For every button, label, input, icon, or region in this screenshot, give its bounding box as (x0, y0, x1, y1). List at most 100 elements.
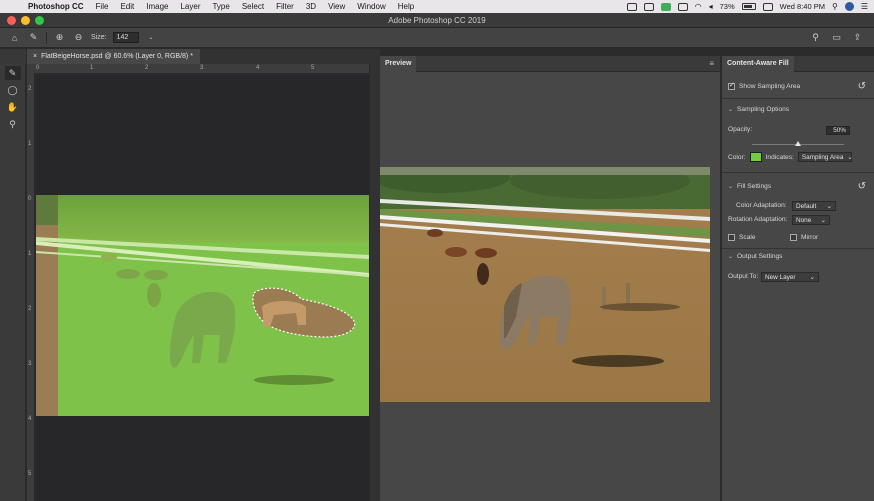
search-icon[interactable]: ⚲ (809, 31, 822, 44)
ruler-left-label: 5 (28, 471, 32, 477)
indicates-value: Sampling Area (801, 153, 844, 161)
cloud-icon[interactable] (677, 2, 688, 11)
indicates-label: Indicates: (765, 153, 794, 161)
ruler-top-label: 4 (256, 65, 260, 71)
menu-layer[interactable]: Layer (174, 2, 206, 11)
workspace-icon[interactable]: ▭ (830, 31, 843, 44)
menu-window[interactable]: Window (351, 2, 391, 11)
shield-icon[interactable] (643, 2, 654, 11)
preview-image[interactable] (380, 167, 710, 402)
color-adaptation-dropdown[interactable]: Default ⌄ (792, 201, 836, 211)
battery-icon[interactable] (741, 3, 756, 10)
sampling-options-header[interactable]: ⌄ Sampling Options (728, 106, 789, 113)
mirror-checkbox[interactable] (790, 234, 797, 241)
evernote-icon[interactable] (660, 2, 671, 11)
output-to-label: Output To: (728, 273, 759, 280)
share-icon[interactable]: ⇪ (851, 31, 864, 44)
section-divider (722, 248, 874, 249)
spotlight-icon[interactable]: ⚲ (832, 2, 838, 11)
chevron-down-icon[interactable]: ⌄ (728, 106, 733, 113)
subtract-from-sampling-icon[interactable]: ⊖ (72, 31, 85, 44)
fill-settings-header[interactable]: ⌄ Fill Settings (728, 183, 771, 190)
content-aware-fill-panel: Content-Aware Fill Show Sampling Area ↺ … (721, 56, 874, 501)
rotation-adaptation-dropdown[interactable]: None ⌄ (792, 215, 830, 225)
overlay-color-swatch[interactable] (749, 152, 762, 162)
menu-type[interactable]: Type (206, 2, 235, 11)
notification-center-icon[interactable]: ☰ (861, 2, 868, 11)
close-tab-icon[interactable]: × (33, 53, 37, 60)
chevron-down-icon[interactable]: ⌄ (728, 253, 733, 260)
opacity-slider-thumb[interactable] (795, 141, 801, 146)
battery-percent: 73% (719, 2, 735, 11)
size-label: Size: (91, 34, 107, 41)
output-settings-header[interactable]: ⌄ Output Settings (728, 253, 782, 260)
menu-select[interactable]: Select (236, 2, 270, 11)
toolbar-header[interactable] (0, 49, 26, 63)
mirror-label: Mirror (801, 234, 819, 241)
document-tab[interactable]: × FlatBeigeHorse.psd @ 60.6% (Layer 0, R… (27, 49, 200, 64)
chevron-down-icon: ⌄ (826, 203, 832, 210)
tools-panel: ✎ ◯ ✋ ⚲ (0, 63, 26, 501)
size-input[interactable]: 142 (112, 32, 139, 43)
lasso-icon[interactable]: ◯ (5, 83, 21, 97)
sampling-options-label: Sampling Options (737, 106, 790, 113)
zoom-icon[interactable]: ⚲ (5, 117, 21, 131)
ruler-vertical[interactable]: 2 1 0 1 2 3 4 5 (27, 74, 35, 501)
menu-image[interactable]: Image (140, 2, 174, 11)
siri-icon[interactable] (844, 2, 854, 11)
chevron-down-icon: ⌄ (809, 274, 815, 281)
preview-tab[interactable]: Preview (380, 56, 417, 72)
reset-icon[interactable]: ↺ (858, 181, 866, 192)
menu-view[interactable]: View (322, 2, 351, 11)
document-canvas[interactable] (36, 75, 369, 501)
opacity-input[interactable]: 50% (826, 126, 850, 135)
ruler-left-label: 2 (28, 86, 32, 92)
indicates-dropdown[interactable]: Sampling Area ⌄ (797, 152, 853, 162)
chevron-down-icon[interactable]: ⌄ (145, 31, 158, 44)
home-icon[interactable]: ⌂ (8, 31, 21, 44)
record-icon[interactable] (626, 2, 637, 11)
output-to-value: New Layer (765, 273, 796, 281)
panel-divider[interactable] (370, 49, 380, 501)
menu-filter[interactable]: Filter (270, 2, 300, 11)
mac-menubar: Photoshop CC File Edit Image Layer Type … (0, 0, 874, 13)
menu-help[interactable]: Help (392, 2, 420, 11)
ruler-corner[interactable] (27, 64, 34, 74)
fill-settings-label: Fill Settings (737, 183, 772, 190)
add-to-sampling-icon[interactable]: ⊕ (53, 31, 66, 44)
ruler-top-label: 5 (311, 65, 315, 71)
scale-checkbox[interactable] (728, 234, 735, 241)
mirror-row[interactable]: Mirror (790, 234, 818, 241)
scale-row[interactable]: Scale (728, 234, 756, 241)
menu-edit[interactable]: Edit (114, 2, 140, 11)
section-divider (722, 98, 874, 99)
color-row: Color: Indicates: Sampling Area ⌄ (728, 152, 853, 162)
opacity-label: Opacity: (728, 126, 753, 133)
reset-icon[interactable]: ↺ (858, 81, 866, 92)
chevron-down-icon[interactable]: ⌄ (728, 183, 733, 190)
caf-tab[interactable]: Content-Aware Fill (722, 56, 794, 72)
ruler-top-label: 1 (90, 65, 94, 71)
preview-panel: Preview ≡ (380, 56, 720, 501)
panel-menu-icon[interactable]: ≡ (709, 59, 714, 68)
ruler-top-label: 2 (145, 65, 149, 71)
output-to-dropdown[interactable]: New Layer ⌄ (761, 272, 819, 282)
sampling-brush-icon[interactable]: ✎ (4, 66, 21, 80)
menu-file[interactable]: File (90, 2, 115, 11)
volume-icon[interactable]: ◂ (709, 2, 713, 11)
ruler-horizontal[interactable]: 0 1 2 3 4 5 (34, 64, 369, 74)
flag-icon[interactable] (762, 2, 773, 11)
show-sampling-label: Show Sampling Area (739, 83, 801, 90)
ruler-left-label: 1 (28, 141, 32, 147)
show-sampling-row[interactable]: Show Sampling Area (728, 81, 801, 90)
menu-app[interactable]: Photoshop CC (22, 2, 90, 11)
wifi-icon[interactable]: ◠ (695, 2, 702, 11)
section-divider (722, 172, 874, 173)
hand-icon[interactable]: ✋ (5, 100, 21, 114)
menu-3d[interactable]: 3D (300, 2, 322, 11)
show-sampling-checkbox[interactable] (728, 81, 735, 90)
sampling-brush-tool-icon[interactable]: ✎ (27, 31, 40, 44)
canvas-image[interactable] (36, 195, 369, 416)
clock[interactable]: Wed 8:40 PM (780, 2, 825, 11)
opacity-slider-track[interactable] (752, 141, 844, 146)
